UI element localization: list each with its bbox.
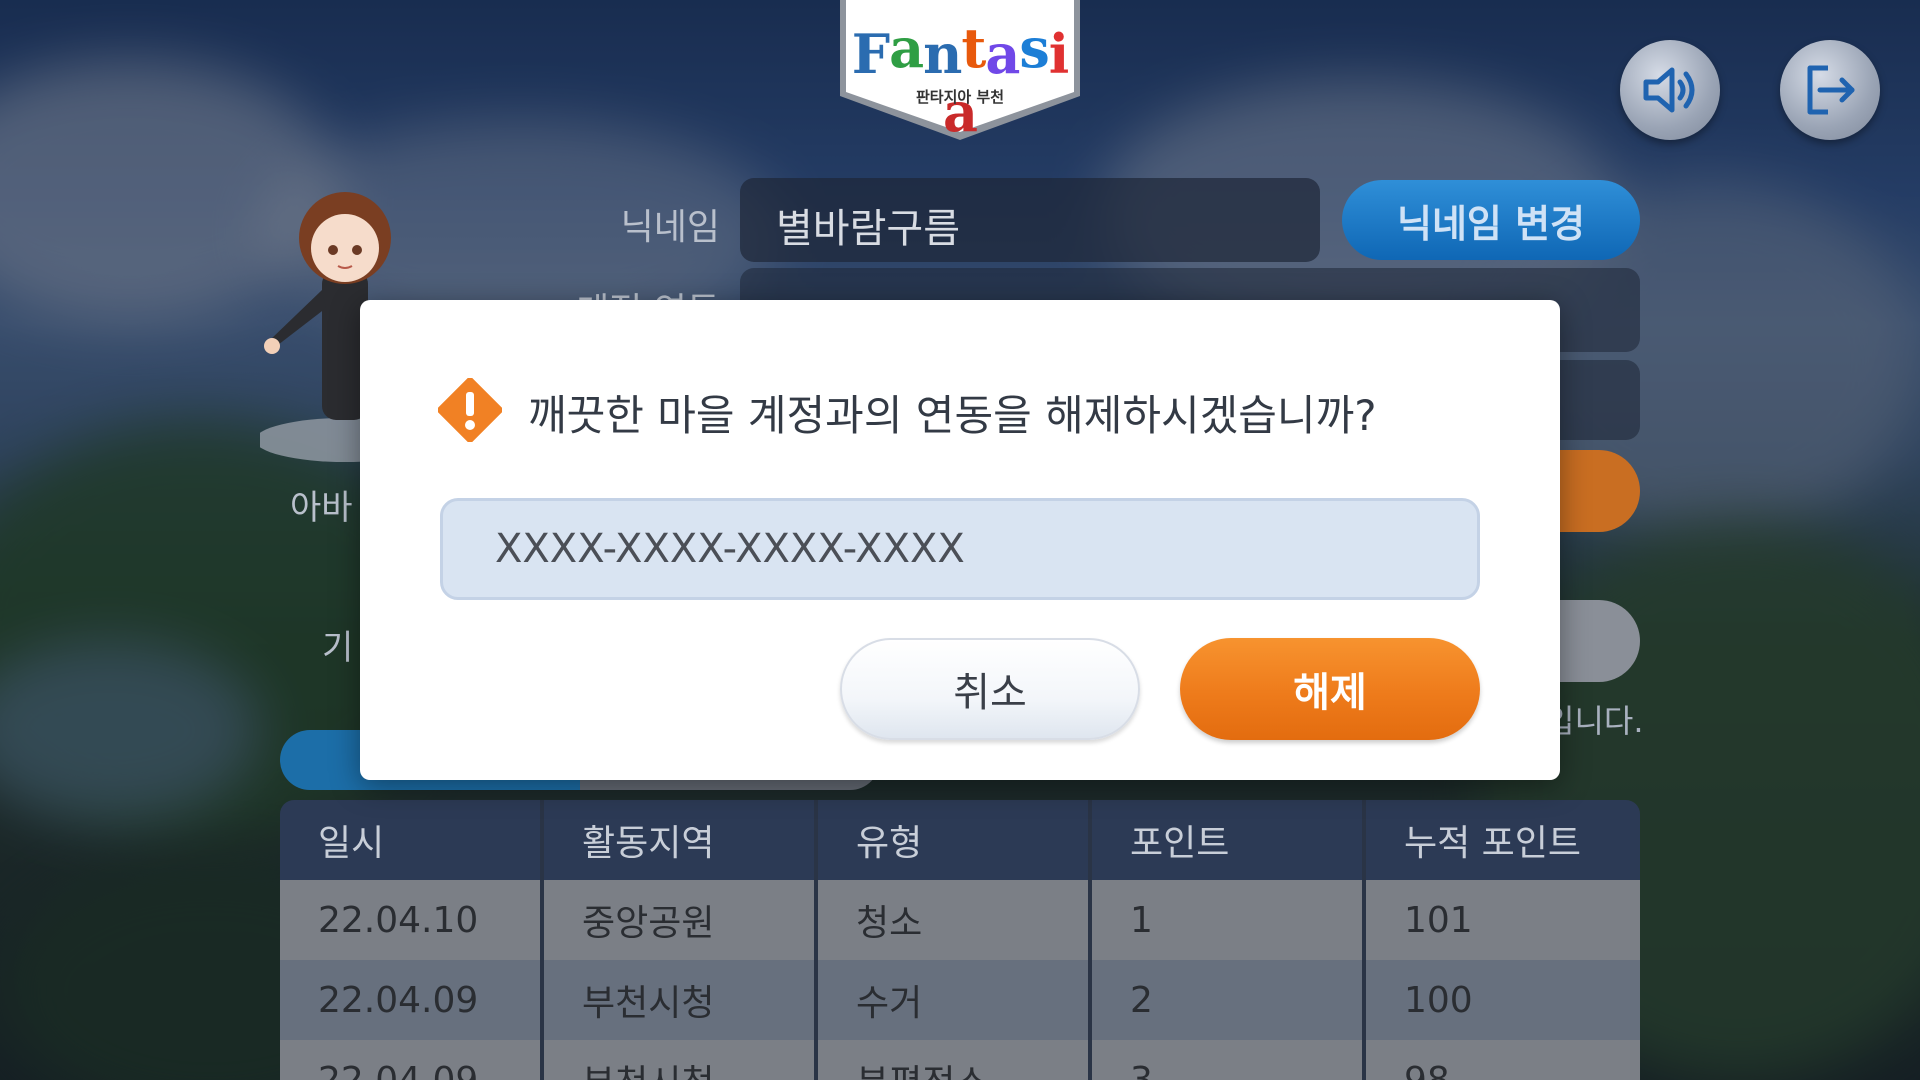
column-header: 포인트 (1092, 800, 1366, 880)
logo-letter: F (851, 22, 890, 86)
activity-table: 일시 활동지역 유형 포인트 누적 포인트 22.04.10 중앙공원 청소 1… (280, 800, 1640, 1080)
column-header: 일시 (280, 800, 544, 880)
logo-letter: a (985, 22, 1020, 86)
table-cell: 부천시청 (544, 960, 818, 1040)
logo-letter: a (889, 16, 924, 80)
speaker-volume-icon (1643, 67, 1695, 113)
logo-letter: n (923, 22, 962, 86)
avatar-label: 아바 (290, 488, 353, 528)
table-header-row: 일시 활동지역 유형 포인트 누적 포인트 (280, 800, 1640, 880)
nickname-field: 별바람구름 (740, 178, 1320, 262)
table-cell: 22.04.10 (280, 880, 544, 960)
table-cell: 101 (1366, 880, 1640, 960)
unlink-code-input[interactable] (440, 498, 1480, 600)
table-cell: 100 (1366, 960, 1640, 1040)
table-row: 22.04.09 부천시청 수거 2 100 (280, 960, 1640, 1040)
logout-icon (1807, 65, 1855, 115)
dialog-message: 깨끗한 마을 계정과의 연동을 해제하시겠습니까? (528, 391, 1377, 440)
unlink-button[interactable]: 해제 (1180, 638, 1480, 740)
table-cell: 1 (1092, 880, 1366, 960)
sound-button[interactable] (1620, 40, 1720, 140)
table-cell: 22.04.09 (280, 1040, 544, 1080)
warning-icon (438, 378, 502, 442)
table-row: 22.04.10 중앙공원 청소 1 101 (280, 880, 1640, 960)
logo-letter: t (961, 16, 986, 80)
table-row: 22.04.09 부천시청 분평적소 3 98 (280, 1040, 1640, 1080)
fantasia-logo: Fantasia 판타지아 부천 (840, 0, 1080, 144)
logo-letter: s (1019, 16, 1049, 80)
logo-subtitle: 판타지아 부천 (915, 88, 1005, 106)
column-header: 유형 (818, 800, 1092, 880)
logout-button[interactable] (1780, 40, 1880, 140)
nickname-label: 닉네임 (620, 207, 720, 248)
column-header: 누적 포인트 (1366, 800, 1640, 880)
nickname-change-button[interactable]: 닉네임 변경 (1342, 180, 1640, 260)
table-cell: 수거 (818, 960, 1092, 1040)
table-cell: 청소 (818, 880, 1092, 960)
cancel-button[interactable]: 취소 (840, 638, 1140, 740)
unlink-confirm-dialog: 깨끗한 마을 계정과의 연동을 해제하시겠습니까? 취소 해제 (360, 300, 1560, 780)
column-header: 활동지역 (544, 800, 818, 880)
table-cell: 98 (1366, 1040, 1640, 1080)
table-cell: 분평적소 (818, 1040, 1092, 1080)
key-label: 기 (322, 628, 354, 668)
logo-letter: i (1048, 22, 1069, 86)
table-cell: 중앙공원 (544, 880, 818, 960)
table-cell: 22.04.09 (280, 960, 544, 1040)
table-cell: 2 (1092, 960, 1366, 1040)
table-cell: 부천시청 (544, 1040, 818, 1080)
table-cell: 3 (1092, 1040, 1366, 1080)
